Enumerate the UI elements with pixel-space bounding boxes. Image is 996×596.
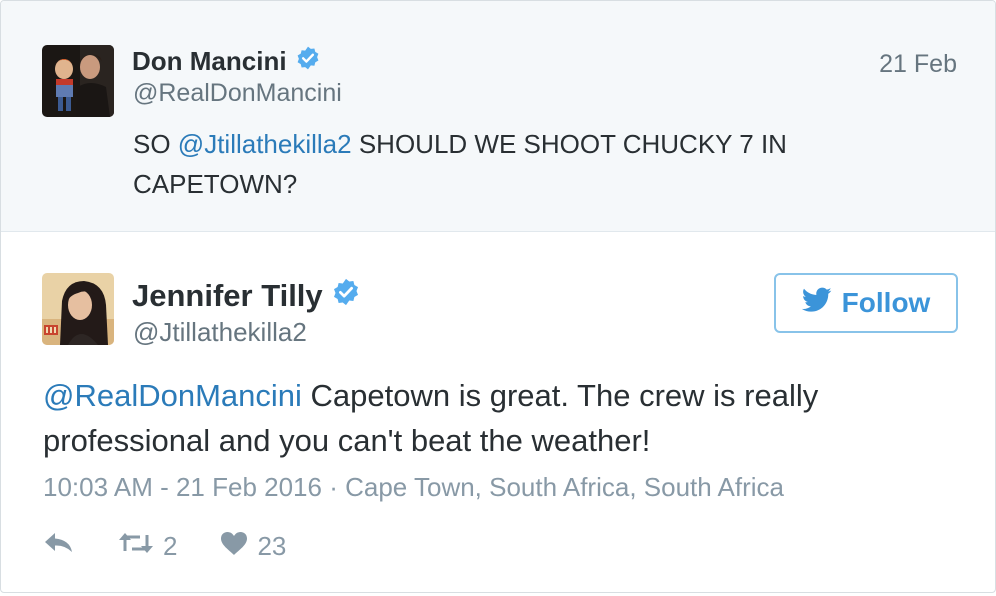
- meta-separator: ·: [321, 472, 346, 502]
- parent-tweet[interactable]: Don Mancini @RealDonMancini 21 Feb SO @J…: [1, 1, 995, 232]
- verified-badge-icon: [331, 277, 361, 315]
- tweet-timestamp-link[interactable]: 10:03 AM - 21 Feb 2016: [43, 472, 322, 502]
- tweet-actions: 2 23: [43, 526, 286, 566]
- tweet-metadata: 10:03 AM - 21 Feb 2016 · Cape Town, Sout…: [43, 472, 784, 503]
- twitter-bird-icon: [801, 287, 832, 320]
- don-mancini-avatar[interactable]: [42, 45, 114, 117]
- parent-text-prefix: SO: [133, 129, 178, 159]
- follow-button[interactable]: Follow: [774, 273, 958, 333]
- parent-author-handle[interactable]: @RealDonMancini: [133, 79, 342, 108]
- tweet-location-link[interactable]: Cape Town, South Africa, South Africa: [345, 472, 784, 502]
- retweet-icon: [118, 531, 154, 562]
- mention-link[interactable]: @RealDonMancini: [43, 378, 302, 413]
- parent-tweet-text: SO @Jtillathekilla2 SHOULD WE SHOOT CHUC…: [133, 124, 893, 204]
- parent-author-name[interactable]: Don Mancini: [132, 45, 321, 78]
- mention-link[interactable]: @Jtillathekilla2: [178, 129, 352, 159]
- main-author-name-text[interactable]: Jennifer Tilly: [132, 278, 323, 314]
- main-author-handle[interactable]: @Jtillathekilla2: [133, 317, 307, 348]
- follow-button-label[interactable]: Follow: [842, 287, 931, 319]
- main-author-name[interactable]: Jennifer Tilly: [132, 277, 361, 315]
- like-button[interactable]: 23: [220, 531, 286, 562]
- verified-badge-icon: [295, 45, 321, 78]
- embedded-tweet-card: Don Mancini @RealDonMancini 21 Feb SO @J…: [0, 0, 996, 593]
- heart-icon: [220, 531, 248, 562]
- like-count: 23: [257, 530, 287, 561]
- reply-icon: [43, 531, 75, 562]
- parent-author-name-text[interactable]: Don Mancini: [132, 46, 287, 77]
- main-tweet-text: @RealDonMancini Capetown is great. The c…: [43, 373, 943, 463]
- retweet-button[interactable]: 2: [118, 531, 177, 562]
- jennifer-tilly-avatar[interactable]: [42, 273, 114, 345]
- reply-button[interactable]: [43, 531, 75, 562]
- parent-tweet-date[interactable]: 21 Feb: [879, 50, 957, 79]
- retweet-count: 2: [163, 530, 178, 561]
